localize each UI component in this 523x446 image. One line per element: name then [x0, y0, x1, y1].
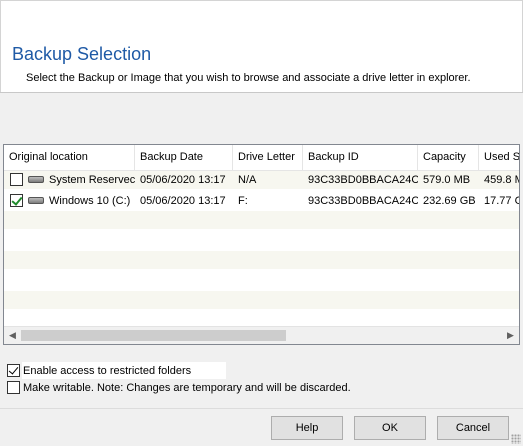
backup-list[interactable]: Original location Backup Date Drive Lett…	[3, 144, 520, 345]
cell-original-location: System Reservec	[49, 174, 135, 186]
scroll-right-icon[interactable]: ▶	[502, 327, 519, 344]
page-subtitle: Select the Backup or Image that you wish…	[26, 72, 471, 84]
restricted-folders-checkbox[interactable]	[7, 364, 20, 377]
cell-backup-id: 93C33BD0BBACA24C	[308, 195, 418, 207]
scroll-left-icon[interactable]: ◀	[4, 327, 21, 344]
cell-capacity: 579.0 MB	[423, 174, 471, 186]
column-header-capacity[interactable]: Capacity	[418, 145, 479, 170]
header-divider	[0, 92, 523, 93]
table-row[interactable]: System Reservec 05/06/2020 13:17 N/A 93C…	[4, 171, 520, 189]
column-header-backup-id[interactable]: Backup ID	[303, 145, 418, 170]
cell-used-space: 17.77 G	[484, 195, 520, 207]
table-row[interactable]: Windows 10 (C:) 05/06/2020 13:17 F: 93C3…	[4, 192, 520, 210]
make-writable-label[interactable]: Make writable. Note: Changes are tempora…	[23, 381, 351, 395]
column-header-drive-letter[interactable]: Drive Letter	[233, 145, 303, 170]
empty-row	[4, 291, 519, 309]
cell-backup-id: 93C33BD0BBACA24C	[308, 174, 418, 186]
resize-grip-icon[interactable]	[511, 434, 521, 444]
scrollbar-thumb[interactable]	[21, 330, 286, 341]
footer-divider	[0, 408, 523, 409]
cell-backup-date: 05/06/2020 13:17	[140, 174, 226, 186]
restricted-folders-label[interactable]: Enable access to restricted folders	[23, 364, 191, 378]
cell-drive-letter: F:	[238, 195, 248, 207]
column-header-original-location[interactable]: Original location	[4, 145, 135, 170]
page-title: Backup Selection	[12, 44, 152, 64]
cancel-button[interactable]: Cancel	[437, 416, 509, 440]
make-writable-checkbox[interactable]	[7, 381, 20, 394]
list-header: Original location Backup Date Drive Lett…	[4, 145, 519, 171]
empty-row	[4, 211, 519, 229]
cell-backup-date: 05/06/2020 13:17	[140, 195, 226, 207]
cell-capacity: 232.69 GB	[423, 195, 476, 207]
column-header-backup-date[interactable]: Backup Date	[135, 145, 233, 170]
help-button[interactable]: Help	[271, 416, 343, 440]
cell-used-space: 459.8 M	[484, 174, 520, 186]
horizontal-scrollbar[interactable]: ◀ ▶	[4, 326, 519, 344]
cell-original-location: Windows 10 (C:)	[49, 195, 131, 207]
empty-row	[4, 251, 519, 269]
ok-button[interactable]: OK	[354, 416, 426, 440]
cell-drive-letter: N/A	[238, 174, 257, 186]
column-header-used-space[interactable]: Used S	[479, 145, 519, 170]
dialog-header: Backup Selection Select the Backup or Im…	[0, 0, 523, 92]
